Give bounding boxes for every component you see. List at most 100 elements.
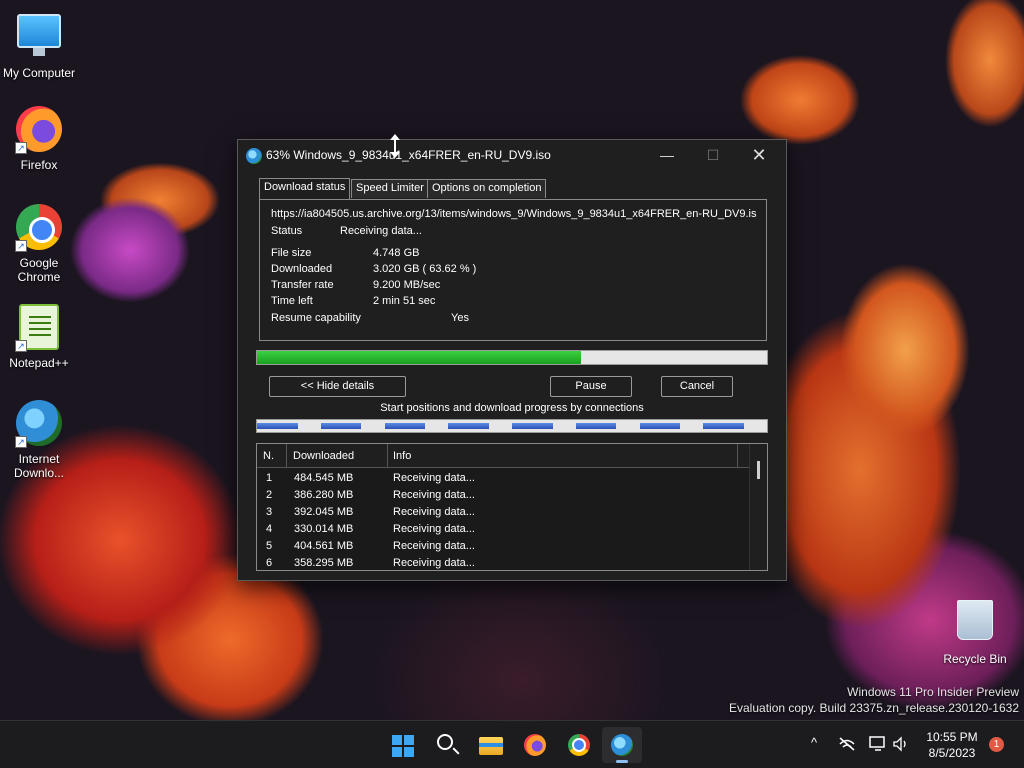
download-progress-fill	[257, 351, 582, 364]
column-divider	[737, 444, 738, 468]
file-explorer-button[interactable]	[471, 727, 511, 763]
idm-taskbar-button[interactable]	[602, 727, 642, 763]
desktop-icon-recycle-bin[interactable]: Recycle Bin	[937, 596, 1013, 666]
download-status-panel: https://ia804505.us.archive.org/13/items…	[259, 199, 767, 341]
desktop-icon-label: Internet Downlo...	[13, 452, 65, 480]
close-button[interactable]: ✕	[736, 140, 782, 170]
connection-number: 2	[266, 489, 273, 501]
idm-icon	[611, 734, 633, 756]
connection-number: 5	[266, 540, 273, 552]
download-progress-window: 63% Windows_9_9834u1_x64FRER_en-RU_DV9.i…	[237, 139, 787, 581]
transfer-rate-value: 9.200 MB/sec	[373, 279, 441, 291]
maximize-button[interactable]: ☐	[690, 140, 736, 170]
scrollbar-thumb[interactable]	[757, 461, 760, 479]
desktop-icon-label: My Computer	[2, 66, 76, 80]
desktop-icon-chrome[interactable]: ↗ Google Chrome	[1, 204, 77, 284]
tab-download-status[interactable]: Download status	[259, 178, 351, 199]
connections-progress-bar	[256, 419, 768, 433]
computer-icon	[15, 14, 63, 62]
title-bar[interactable]: 63% Windows_9_9834u1_x64FRER_en-RU_DV9.i…	[238, 140, 786, 170]
connection-row[interactable]: 3 392.045 MB Receiving data...	[257, 504, 747, 521]
connection-downloaded: 358.295 MB	[294, 557, 354, 569]
connection-row[interactable]: 1 484.545 MB Receiving data...	[257, 470, 747, 487]
clock-date: 8/5/2023	[928, 746, 976, 760]
connection-downloaded: 484.545 MB	[294, 472, 354, 484]
connections-list-header: N. Downloaded Info	[257, 444, 767, 468]
connection-row[interactable]: 6 358.295 MB Receiving data...	[257, 555, 747, 570]
desktop-icon-firefox[interactable]: ↗ Firefox	[1, 106, 77, 172]
connection-row[interactable]: 5 404.561 MB Receiving data...	[257, 538, 747, 555]
status-label: Status	[271, 225, 303, 237]
connection-number: 6	[266, 557, 273, 569]
window-title: 63% Windows_9_9834u1_x64FRER_en-RU_DV9.i…	[266, 148, 551, 162]
connection-number: 1	[266, 472, 273, 484]
clock-time: 10:55 PM	[926, 730, 978, 744]
cancel-button[interactable]: Cancel	[661, 376, 733, 397]
desktop-icon-label: Notepad++	[9, 356, 69, 370]
shortcut-arrow-icon: ↗	[15, 436, 27, 448]
connection-downloaded: 404.561 MB	[294, 540, 354, 552]
file-size-label: File size	[271, 247, 312, 259]
chrome-taskbar-button[interactable]	[559, 727, 599, 763]
recycle-bin-icon	[951, 600, 999, 648]
pause-button[interactable]: Pause	[550, 376, 632, 397]
download-progress-bar	[256, 350, 768, 365]
connection-info: Receiving data...	[393, 472, 475, 484]
tab-speed-limiter[interactable]: Speed Limiter	[351, 179, 429, 198]
start-button[interactable]	[382, 727, 422, 763]
network-disconnected-icon[interactable]	[838, 737, 856, 751]
chrome-icon	[568, 734, 590, 756]
connections-caption: Start positions and download progress by…	[380, 402, 644, 414]
connection-row[interactable]: 4 330.014 MB Receiving data...	[257, 521, 747, 538]
shortcut-arrow-icon: ↗	[15, 142, 27, 154]
status-value: Receiving data...	[340, 225, 422, 237]
taskbar: ^ 10:55 PM 8/5/2023 1	[0, 720, 1024, 768]
tab-options-on-completion[interactable]: Options on completion	[427, 179, 547, 198]
connection-row[interactable]: 2 386.280 MB Receiving data...	[257, 487, 747, 504]
downloaded-value: 3.020 GB ( 63.62 % )	[373, 263, 477, 275]
shortcut-arrow-icon: ↗	[15, 340, 27, 352]
search-button[interactable]	[427, 727, 467, 763]
desktop-icon-label: Google Chrome	[17, 256, 61, 284]
connection-number: 3	[266, 506, 273, 518]
downloaded-label: Downloaded	[271, 263, 333, 275]
download-url: https://ia804505.us.archive.org/13/items…	[271, 208, 757, 220]
connections-list[interactable]: N. Downloaded Info 1 484.545 MB Receivin…	[256, 443, 768, 571]
connection-info: Receiving data...	[393, 506, 475, 518]
connection-info: Receiving data...	[393, 557, 475, 569]
display-icon[interactable]	[869, 736, 887, 752]
connection-segment	[512, 423, 553, 429]
connection-segment	[703, 423, 744, 429]
idm-icon	[246, 148, 262, 164]
firefox-taskbar-button[interactable]	[515, 727, 555, 763]
desktop-icon-label: Firefox	[20, 158, 58, 172]
connection-info: Receiving data...	[393, 523, 475, 535]
column-header-info[interactable]: Info	[393, 450, 411, 462]
notepadpp-icon: ↗	[15, 304, 63, 352]
hide-details-button[interactable]: << Hide details	[269, 376, 406, 397]
desktop-icon-idm[interactable]: ↗ Internet Downlo...	[1, 400, 77, 480]
connection-downloaded: 392.045 MB	[294, 506, 354, 518]
desktop-icon-notepadpp[interactable]: ↗ Notepad++	[1, 304, 77, 370]
connection-segment	[639, 423, 681, 429]
connection-segment	[257, 423, 298, 429]
notification-badge[interactable]: 1	[989, 737, 1004, 752]
list-scrollbar[interactable]	[749, 444, 767, 570]
column-header-downloaded[interactable]: Downloaded	[293, 450, 354, 462]
time-left-value: 2 min 51 sec	[373, 295, 436, 307]
minimize-button[interactable]: —	[644, 140, 690, 170]
show-hidden-icons-button[interactable]: ^	[806, 735, 822, 768]
volume-icon[interactable]	[892, 736, 910, 752]
firefox-icon: ↗	[15, 106, 63, 154]
windows-watermark: Windows 11 Pro Insider Preview Evaluatio…	[729, 684, 1019, 716]
resume-capability-label: Resume capability	[271, 312, 361, 324]
connection-segment	[320, 423, 362, 429]
column-divider	[286, 444, 287, 468]
column-header-number[interactable]: N.	[263, 450, 274, 462]
desktop-icon-my-computer[interactable]: My Computer	[1, 10, 77, 80]
resume-capability-value: Yes	[451, 312, 469, 324]
time-left-label: Time left	[271, 295, 313, 307]
connection-info: Receiving data...	[393, 489, 475, 501]
start-icon	[392, 735, 414, 757]
clock[interactable]: 10:55 PM 8/5/2023	[922, 729, 982, 761]
